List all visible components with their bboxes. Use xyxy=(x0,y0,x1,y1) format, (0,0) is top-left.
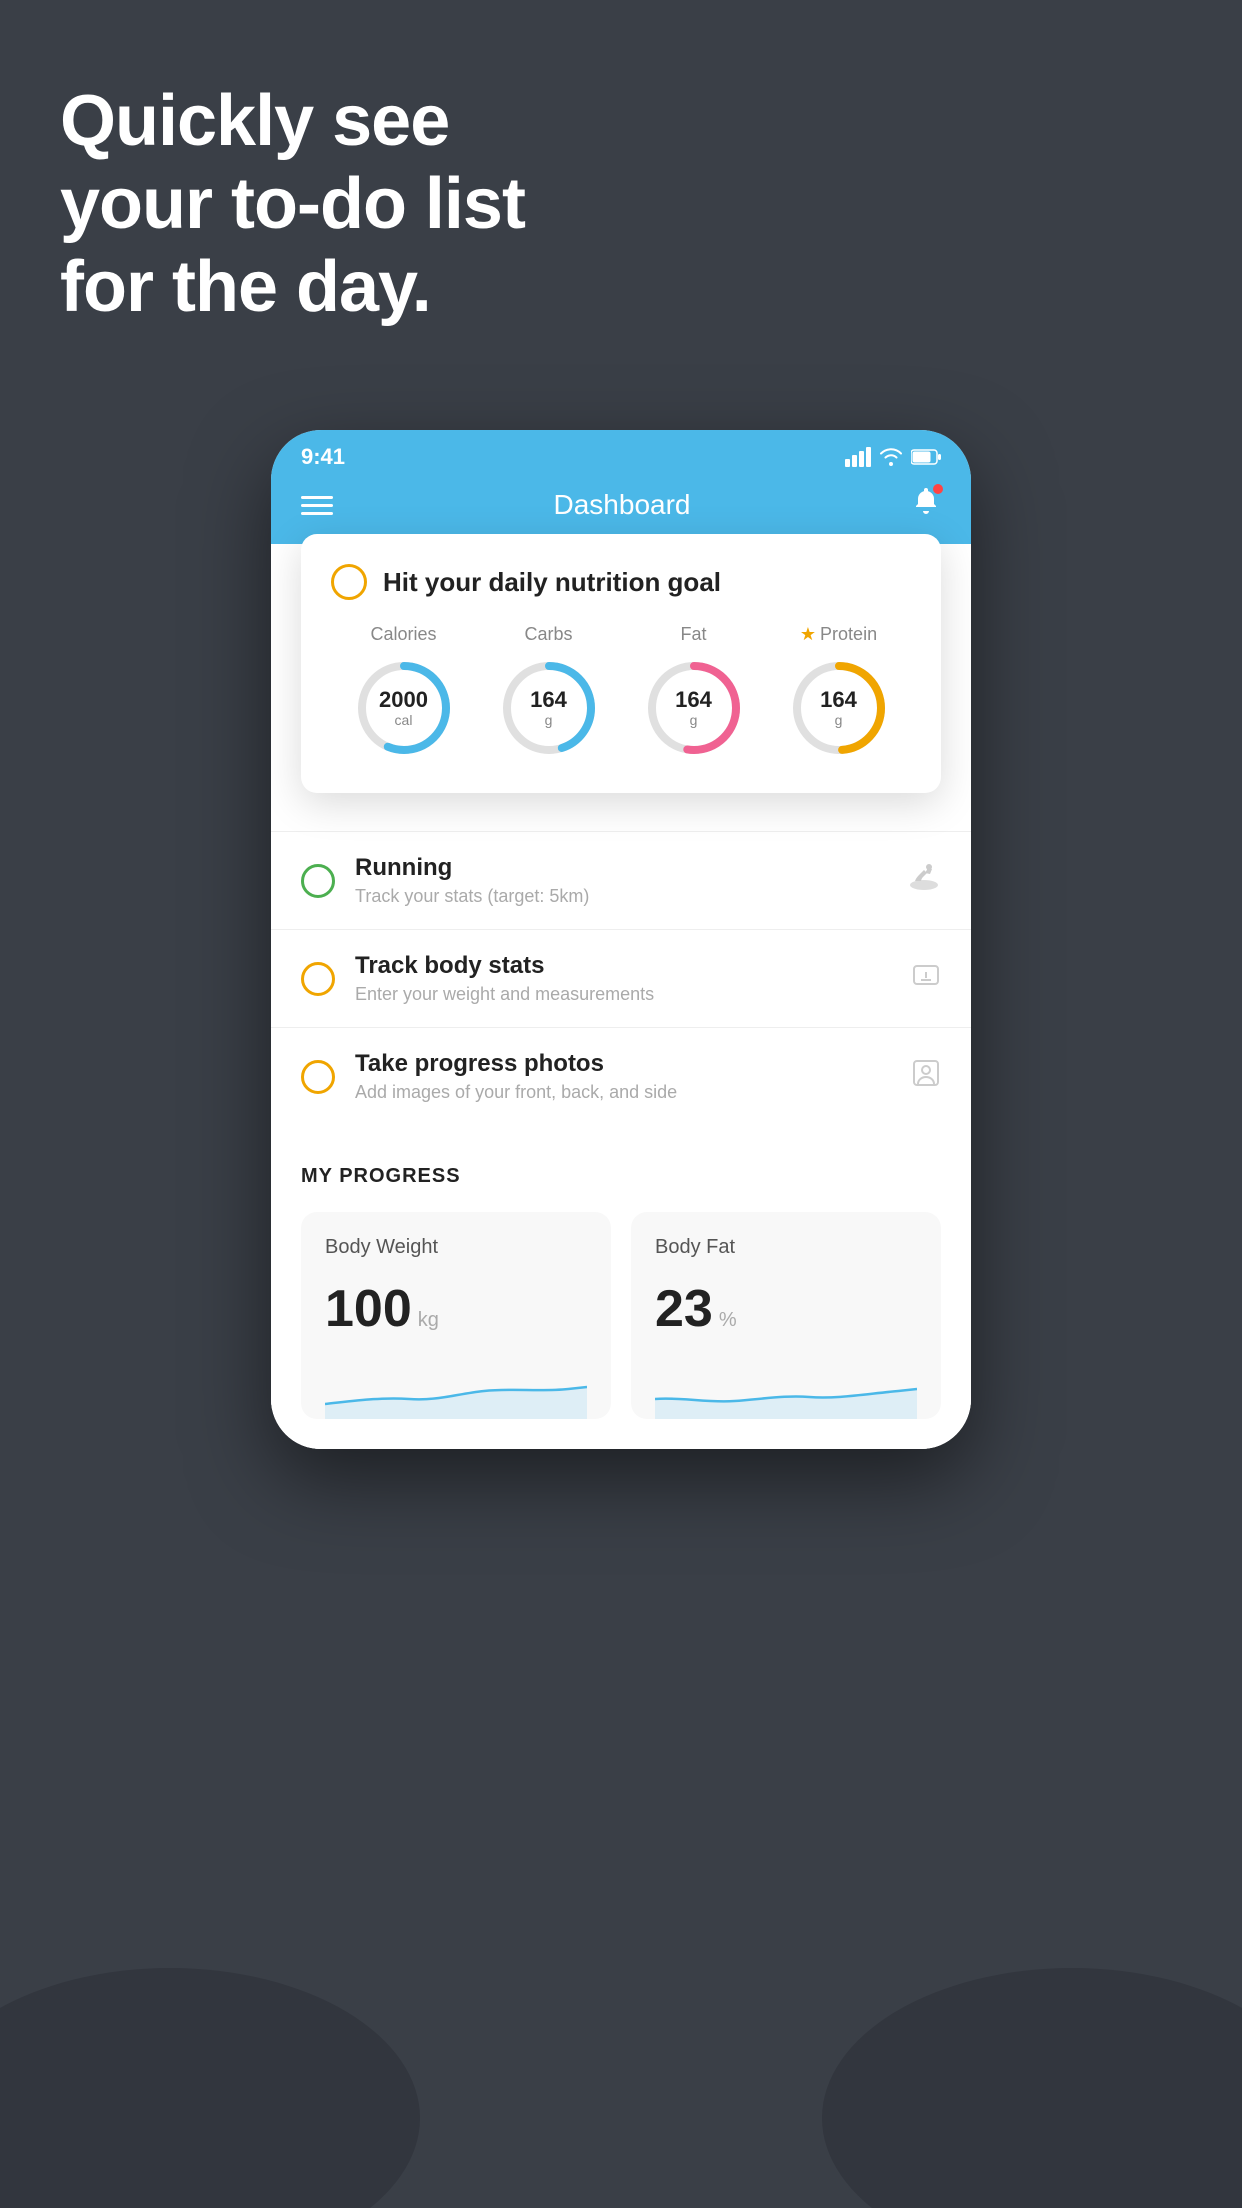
nutrition-circles: Calories 2000 cal Carbs xyxy=(331,624,911,763)
carbs-value: 164 xyxy=(530,688,567,712)
hero-text: Quickly see your to-do list for the day. xyxy=(60,80,525,328)
photos-title: Take progress photos xyxy=(355,1050,891,1078)
fat-label: Fat xyxy=(680,624,706,645)
protein-donut: 164 g xyxy=(784,653,894,763)
body-fat-value: 23 xyxy=(655,1279,713,1339)
stats-title: Track body stats xyxy=(355,952,891,980)
wifi-icon xyxy=(879,448,903,466)
bg-decoration xyxy=(0,1808,1242,2208)
carbs-unit: g xyxy=(530,712,567,728)
carbs-donut: 164 g xyxy=(494,653,604,763)
content-area: THINGS TO DO TODAY Hit your daily nutrit… xyxy=(271,544,971,1449)
body-fat-chart xyxy=(655,1359,917,1419)
running-icon xyxy=(907,863,941,898)
todo-body-stats[interactable]: Track body stats Enter your weight and m… xyxy=(271,929,971,1027)
nutrition-carbs: Carbs 164 g xyxy=(494,624,604,763)
body-fat-value-row: 23 % xyxy=(655,1279,917,1339)
notification-dot xyxy=(933,484,943,494)
protein-label-row: ★ Protein xyxy=(800,624,877,645)
scale-icon xyxy=(911,960,941,997)
calories-donut: 2000 cal xyxy=(349,653,459,763)
nutrition-fat: Fat 164 g xyxy=(639,624,749,763)
todo-progress-photos[interactable]: Take progress photos Add images of your … xyxy=(271,1027,971,1125)
photos-subtitle: Add images of your front, back, and side xyxy=(355,1082,891,1103)
running-subtitle: Track your stats (target: 5km) xyxy=(355,886,887,907)
calories-label: Calories xyxy=(370,624,436,645)
battery-icon xyxy=(911,449,941,465)
body-fat-unit: % xyxy=(719,1309,737,1332)
person-icon xyxy=(911,1058,941,1095)
status-bar: 9:41 xyxy=(271,430,971,476)
fat-value: 164 xyxy=(675,688,712,712)
star-icon: ★ xyxy=(800,624,816,645)
progress-header: MY PROGRESS xyxy=(301,1165,941,1188)
fat-donut: 164 g xyxy=(639,653,749,763)
body-weight-unit: kg xyxy=(418,1309,439,1332)
body-weight-chart xyxy=(325,1359,587,1419)
card-title: Hit your daily nutrition goal xyxy=(383,567,721,598)
hero-line3: for the day. xyxy=(60,246,525,329)
fat-unit: g xyxy=(675,712,712,728)
status-time: 9:41 xyxy=(301,444,345,470)
status-icons xyxy=(845,447,941,467)
body-weight-card: Body Weight 100 kg xyxy=(301,1212,611,1419)
nutrition-protein: ★ Protein 164 g xyxy=(784,624,894,763)
nutrition-calories: Calories 2000 cal xyxy=(349,624,459,763)
card-title-row: Hit your daily nutrition goal xyxy=(331,564,911,600)
nav-title: Dashboard xyxy=(554,489,691,521)
hamburger-menu[interactable] xyxy=(301,496,333,515)
calories-value: 2000 xyxy=(379,688,428,712)
signal-icon xyxy=(845,447,871,467)
stats-check-circle xyxy=(301,962,335,996)
hero-line1: Quickly see xyxy=(60,80,525,163)
phone-mockup: 9:41 D xyxy=(271,430,971,1449)
progress-cards: Body Weight 100 kg Body Fat xyxy=(301,1212,941,1419)
calories-unit: cal xyxy=(379,712,428,728)
photos-check-circle xyxy=(301,1060,335,1094)
notification-bell[interactable] xyxy=(911,486,941,524)
photos-text: Take progress photos Add images of your … xyxy=(355,1050,891,1103)
running-check-circle xyxy=(301,864,335,898)
body-weight-value-row: 100 kg xyxy=(325,1279,587,1339)
body-weight-title: Body Weight xyxy=(325,1236,587,1259)
body-fat-title: Body Fat xyxy=(655,1236,917,1259)
protein-unit: g xyxy=(820,712,857,728)
protein-label: Protein xyxy=(820,624,877,645)
todo-running[interactable]: Running Track your stats (target: 5km) xyxy=(271,831,971,929)
nutrition-card: Hit your daily nutrition goal Calories 2… xyxy=(301,534,941,793)
body-fat-card: Body Fat 23 % xyxy=(631,1212,941,1419)
running-text: Running Track your stats (target: 5km) xyxy=(355,854,887,907)
protein-value: 164 xyxy=(820,688,857,712)
progress-section: MY PROGRESS Body Weight 100 kg xyxy=(271,1125,971,1449)
hero-line2: your to-do list xyxy=(60,163,525,246)
carbs-label: Carbs xyxy=(524,624,572,645)
stats-text: Track body stats Enter your weight and m… xyxy=(355,952,891,1005)
running-title: Running xyxy=(355,854,887,882)
body-weight-value: 100 xyxy=(325,1279,412,1339)
stats-subtitle: Enter your weight and measurements xyxy=(355,984,891,1005)
task-check-circle[interactable] xyxy=(331,564,367,600)
